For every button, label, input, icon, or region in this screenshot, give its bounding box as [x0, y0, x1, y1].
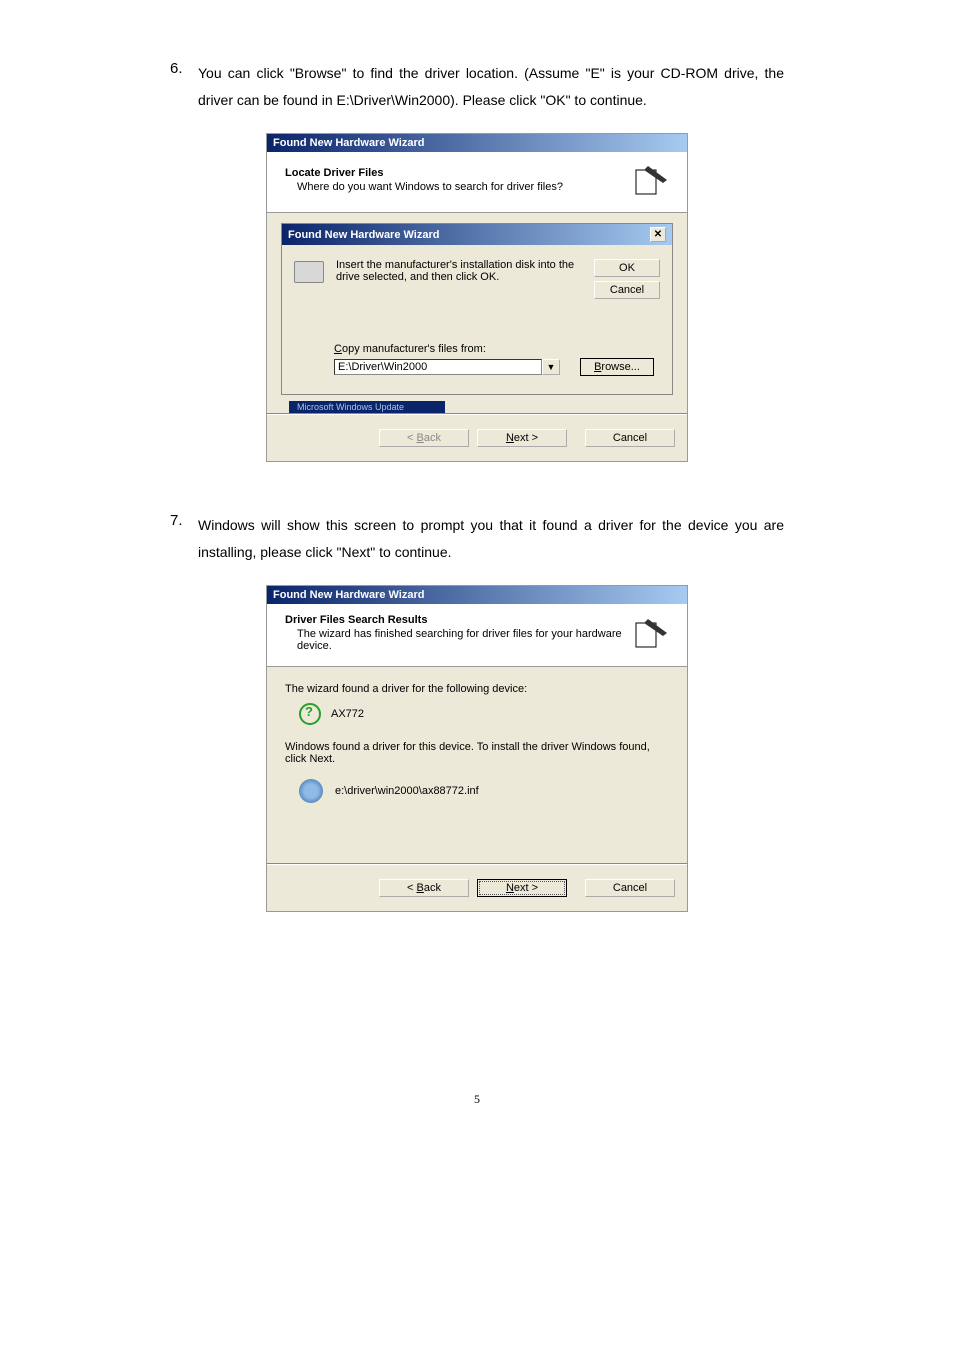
step-number-6: 6. [170, 60, 198, 113]
dialog-heading: Locate Driver Files [285, 167, 563, 179]
insert-disk-message: Insert the manufacturer's installation d… [336, 259, 594, 303]
footer-cancel-button[interactable]: Cancel [585, 879, 675, 897]
cancel-button[interactable]: Cancel [594, 281, 660, 299]
dialog-subheading: The wizard has finished searching for dr… [297, 628, 633, 652]
close-icon[interactable]: ✕ [650, 227, 666, 242]
back-button[interactable]: < Back [379, 879, 469, 897]
dialog-titlebar: Found New Hardware Wizard [267, 586, 687, 604]
ok-button[interactable]: OK [594, 259, 660, 277]
step-number-7: 7. [170, 512, 198, 565]
footer-cancel-button[interactable]: Cancel [585, 429, 675, 447]
wizard-icon [633, 162, 669, 198]
install-instruction-text: Windows found a driver for this device. … [285, 741, 669, 765]
browse-button[interactable]: Browse... [580, 358, 654, 376]
step-text-6: You can click "Browse" to find the drive… [198, 60, 784, 113]
copy-from-label: Copy manufacturer's files from: [334, 343, 662, 355]
path-input[interactable]: E:\Driver\Win2000 [334, 359, 542, 375]
inner-dialog-title: Found New Hardware Wizard [288, 229, 439, 241]
driver-inf-path: e:\driver\win2000\ax88772.inf [335, 785, 479, 797]
unknown-device-icon [299, 703, 319, 725]
page-number: 5 [170, 1092, 784, 1107]
dialog-heading: Driver Files Search Results [285, 614, 633, 626]
device-name: AX772 [331, 708, 364, 720]
found-driver-text: The wizard found a driver for the follow… [285, 683, 669, 695]
disk-icon [294, 261, 324, 283]
faded-list-fragment: Microsoft Windows Update [289, 401, 445, 413]
step-text-7: Windows will show this screen to prompt … [198, 512, 784, 565]
driver-file-icon [299, 779, 323, 803]
back-button: < Back [379, 429, 469, 447]
next-button[interactable]: Next > [477, 429, 567, 447]
search-results-dialog: Found New Hardware Wizard Driver Files S… [266, 585, 688, 912]
locate-driver-dialog: Found New Hardware Wizard Locate Driver … [266, 133, 688, 462]
insert-disk-dialog: Found New Hardware Wizard ✕ Insert the m… [281, 223, 673, 395]
next-button[interactable]: Next > [477, 879, 567, 897]
dialog-subheading: Where do you want Windows to search for … [297, 181, 563, 193]
wizard-icon [633, 615, 669, 651]
dialog-titlebar: Found New Hardware Wizard [267, 134, 687, 152]
combo-dropdown-icon[interactable]: ▼ [542, 359, 560, 375]
